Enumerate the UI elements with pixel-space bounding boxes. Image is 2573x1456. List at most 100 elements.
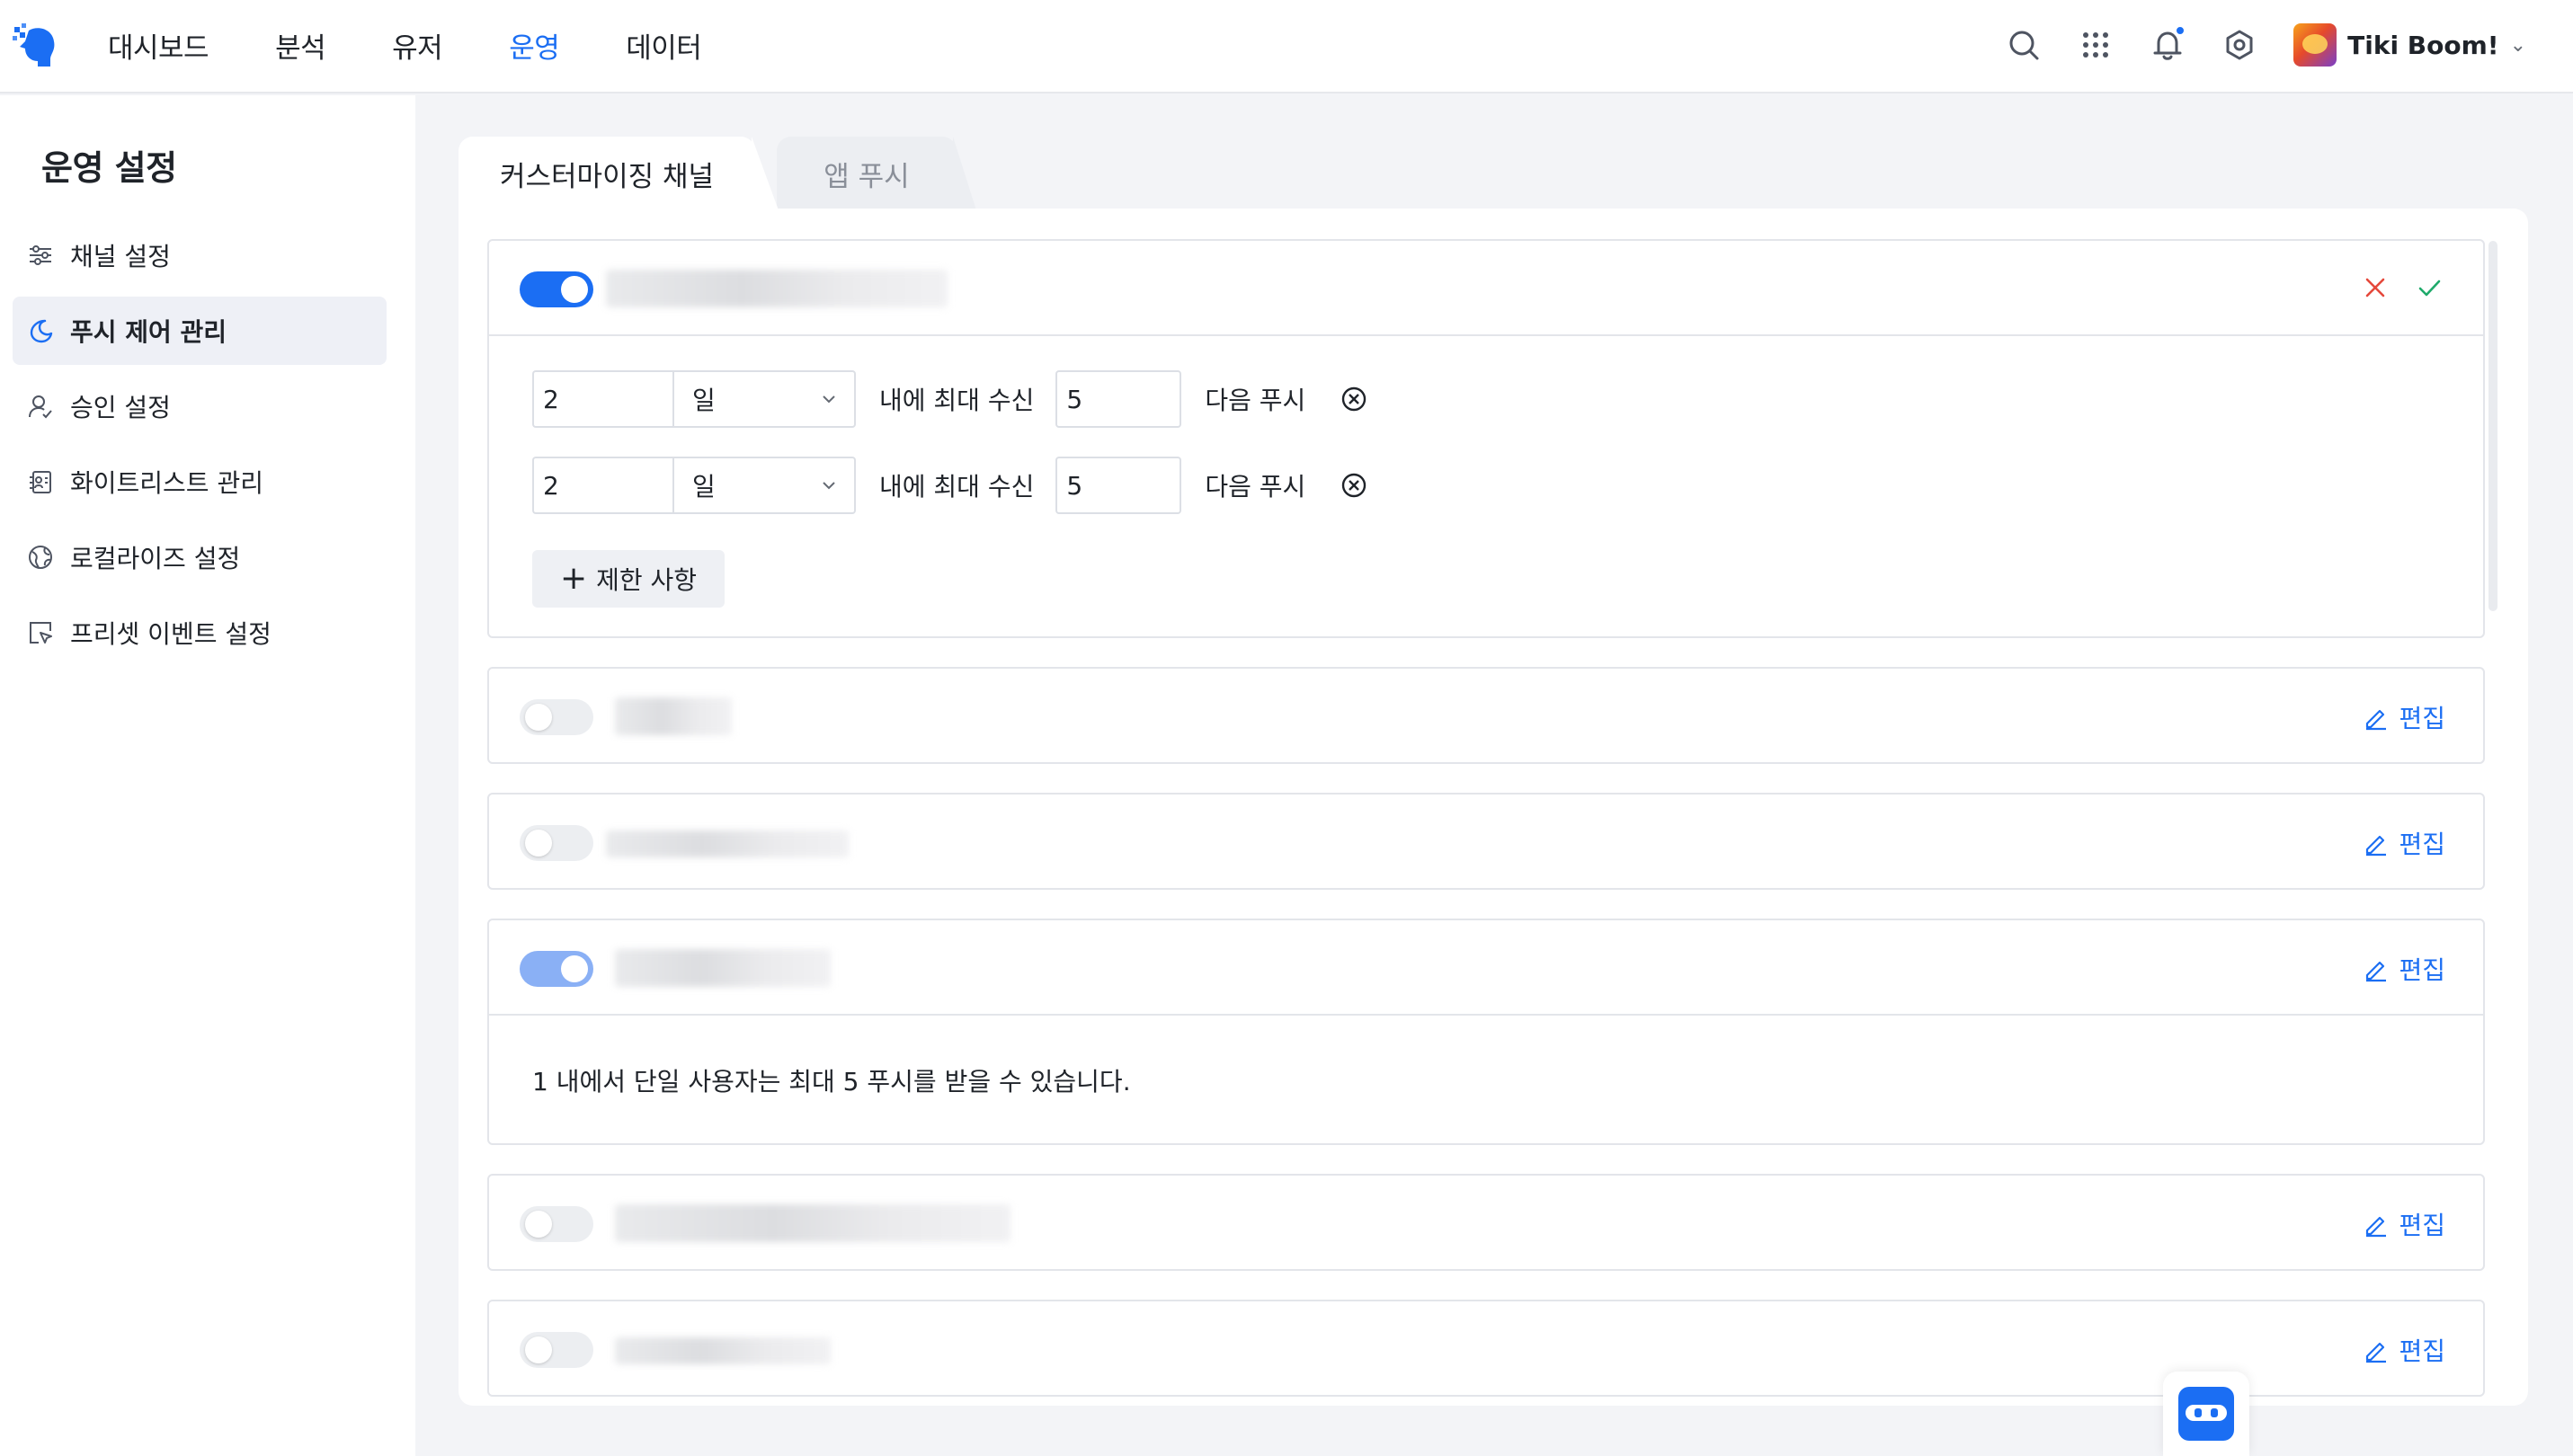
edit-label: 편집 (2399, 830, 2445, 859)
channel-name-redacted (606, 270, 948, 307)
chevron-down-icon: ⌄ (2509, 33, 2526, 57)
channel-name-redacted (615, 697, 732, 735)
limit-rule-row: 2 일 내에 최대 수신 5 다음 푸시 (532, 457, 1368, 514)
edit-button[interactable]: 편집 (2363, 699, 2445, 735)
chat-bot-icon (2178, 1387, 2234, 1441)
channel-name-redacted (615, 1337, 831, 1364)
search-icon[interactable] (2006, 27, 2042, 63)
top-actions: Tiki Boom! ⌄ (2006, 0, 2573, 90)
nav-data[interactable]: 데이터 (626, 25, 702, 66)
period-value-input[interactable]: 2 (532, 457, 672, 514)
toggle-knob (525, 1211, 552, 1238)
nav-analysis[interactable]: 분석 (275, 25, 326, 66)
sidebar-item-label: 푸시 제어 관리 (70, 317, 227, 347)
channel-toggle[interactable] (520, 699, 593, 735)
card-body: 1 내에서 단일 사용자는 최대 5 푸시를 받을 수 있습니다. (489, 1014, 2483, 1143)
sidebar-item-push-control[interactable]: 푸시 제어 관리 (13, 297, 387, 365)
sidebar-item-label: 로컬라이즈 설정 (70, 544, 241, 573)
edit-label: 편집 (2399, 1211, 2445, 1240)
sidebar-item-preset-events[interactable]: 프리셋 이벤트 설정 (13, 599, 387, 667)
sidebar-item-label: 채널 설정 (70, 242, 171, 271)
check-icon (2418, 280, 2441, 297)
max-count-input[interactable]: 5 (1055, 370, 1182, 428)
edit-label: 편집 (2399, 704, 2445, 733)
sidebar-item-whitelist[interactable]: 화이트리스트 관리 (13, 448, 387, 516)
app-logo-icon[interactable] (11, 20, 61, 70)
select-value: 일 (692, 472, 716, 502)
sidebar: 운영 설정 채널 설정 푸시 제어 관리 승인 설정 화이트리스트 관리 로컬라… (0, 95, 415, 1456)
channel-toggle[interactable] (520, 271, 593, 307)
sidebar-item-label: 승인 설정 (70, 393, 171, 422)
channel-card: 편집 (487, 667, 2485, 764)
user-menu[interactable]: Tiki Boom! ⌄ (2293, 23, 2526, 67)
globe-icon (27, 544, 54, 571)
sidebar-item-localization[interactable]: 로컬라이즈 설정 (13, 523, 387, 591)
pencil-icon (2366, 961, 2387, 982)
nav-dashboard[interactable]: 대시보드 (108, 25, 209, 66)
channel-name-redacted (615, 1204, 1011, 1242)
edit-button[interactable]: 편집 (2363, 825, 2445, 861)
bell-icon[interactable] (2150, 25, 2186, 63)
channel-card: 편집 (487, 1174, 2485, 1271)
period-value-input[interactable]: 2 (532, 370, 672, 428)
nav-users[interactable]: 유저 (392, 25, 443, 66)
toggle-knob (561, 276, 588, 303)
sidebar-item-approval-settings[interactable]: 승인 설정 (13, 372, 387, 440)
scrollbar[interactable] (2488, 241, 2497, 611)
channel-name-redacted (615, 949, 831, 987)
channel-name-redacted (606, 830, 849, 857)
limit-description: 1 내에서 단일 사용자는 최대 5 푸시를 받을 수 있습니다. (532, 1067, 1131, 1096)
card-header (489, 241, 2483, 334)
contact-list-icon (27, 468, 54, 495)
edit-button[interactable]: 편집 (2363, 951, 2445, 987)
plus-icon: + (559, 560, 588, 597)
channel-toggle[interactable] (520, 951, 593, 987)
tab-custom-channel[interactable]: 커스터마이징 채널 (459, 137, 755, 210)
card-header: 편집 (489, 920, 2483, 1014)
card-header: 편집 (489, 669, 2483, 762)
pencil-icon (2366, 1342, 2387, 1363)
sliders-icon (27, 242, 54, 269)
card-header: 편집 (489, 1176, 2483, 1269)
add-limit-button[interactable]: + 제한 사항 (532, 550, 725, 608)
remove-rule-icon[interactable] (1340, 471, 1368, 500)
nav-operations[interactable]: 운영 (509, 25, 560, 66)
user-check-icon (27, 393, 54, 420)
tab-app-push[interactable]: 앱 푸시 (777, 137, 957, 210)
period-unit-select[interactable]: 일 (672, 457, 856, 514)
apps-grid-icon[interactable] (2078, 27, 2114, 63)
edit-button[interactable]: 편집 (2363, 1332, 2445, 1368)
confirm-button[interactable] (2415, 273, 2444, 302)
toggle-knob (561, 955, 588, 982)
channel-toggle[interactable] (520, 1206, 593, 1242)
select-value: 일 (692, 386, 716, 415)
rule-label: 내에 최대 수신 (879, 386, 1035, 415)
period-unit-select[interactable]: 일 (672, 370, 856, 428)
edit-button[interactable]: 편집 (2363, 1206, 2445, 1242)
chevron-down-icon (823, 395, 835, 404)
avatar (2293, 23, 2337, 67)
sidebar-menu: 채널 설정 푸시 제어 관리 승인 설정 화이트리스트 관리 로컬라이즈 설정 (13, 221, 387, 674)
cancel-button[interactable] (2361, 273, 2390, 302)
sidebar-item-label: 프리셋 이벤트 설정 (70, 619, 272, 649)
max-count-input[interactable]: 5 (1055, 457, 1182, 514)
channel-card-editing: 2 일 내에 최대 수신 5 다음 푸시 2 일 내에 최대 수신 5 다음 푸… (487, 239, 2485, 638)
moon-icon (27, 317, 54, 344)
rule-suffix: 다음 푸시 (1205, 386, 1306, 415)
rule-label: 내에 최대 수신 (879, 472, 1035, 502)
chevron-down-icon (823, 482, 835, 490)
sidebar-title: 운영 설정 (41, 148, 177, 188)
channel-toggle[interactable] (520, 1332, 593, 1368)
settings-icon[interactable] (2221, 27, 2257, 63)
cursor-box-icon (27, 619, 54, 646)
remove-rule-icon[interactable] (1340, 385, 1368, 413)
toggle-knob (525, 1336, 552, 1363)
sidebar-item-channel-settings[interactable]: 채널 설정 (13, 221, 387, 289)
limit-rule-row: 2 일 내에 최대 수신 5 다음 푸시 (532, 370, 1368, 428)
channel-toggle[interactable] (520, 825, 593, 861)
main-nav: 대시보드 분석 유저 운영 데이터 (108, 0, 768, 90)
card-body: 2 일 내에 최대 수신 5 다음 푸시 2 일 내에 최대 수신 5 다음 푸… (489, 334, 2483, 636)
support-bot-button[interactable] (2163, 1372, 2249, 1456)
toggle-knob (525, 830, 552, 857)
user-name: Tiki Boom! (2347, 30, 2499, 60)
